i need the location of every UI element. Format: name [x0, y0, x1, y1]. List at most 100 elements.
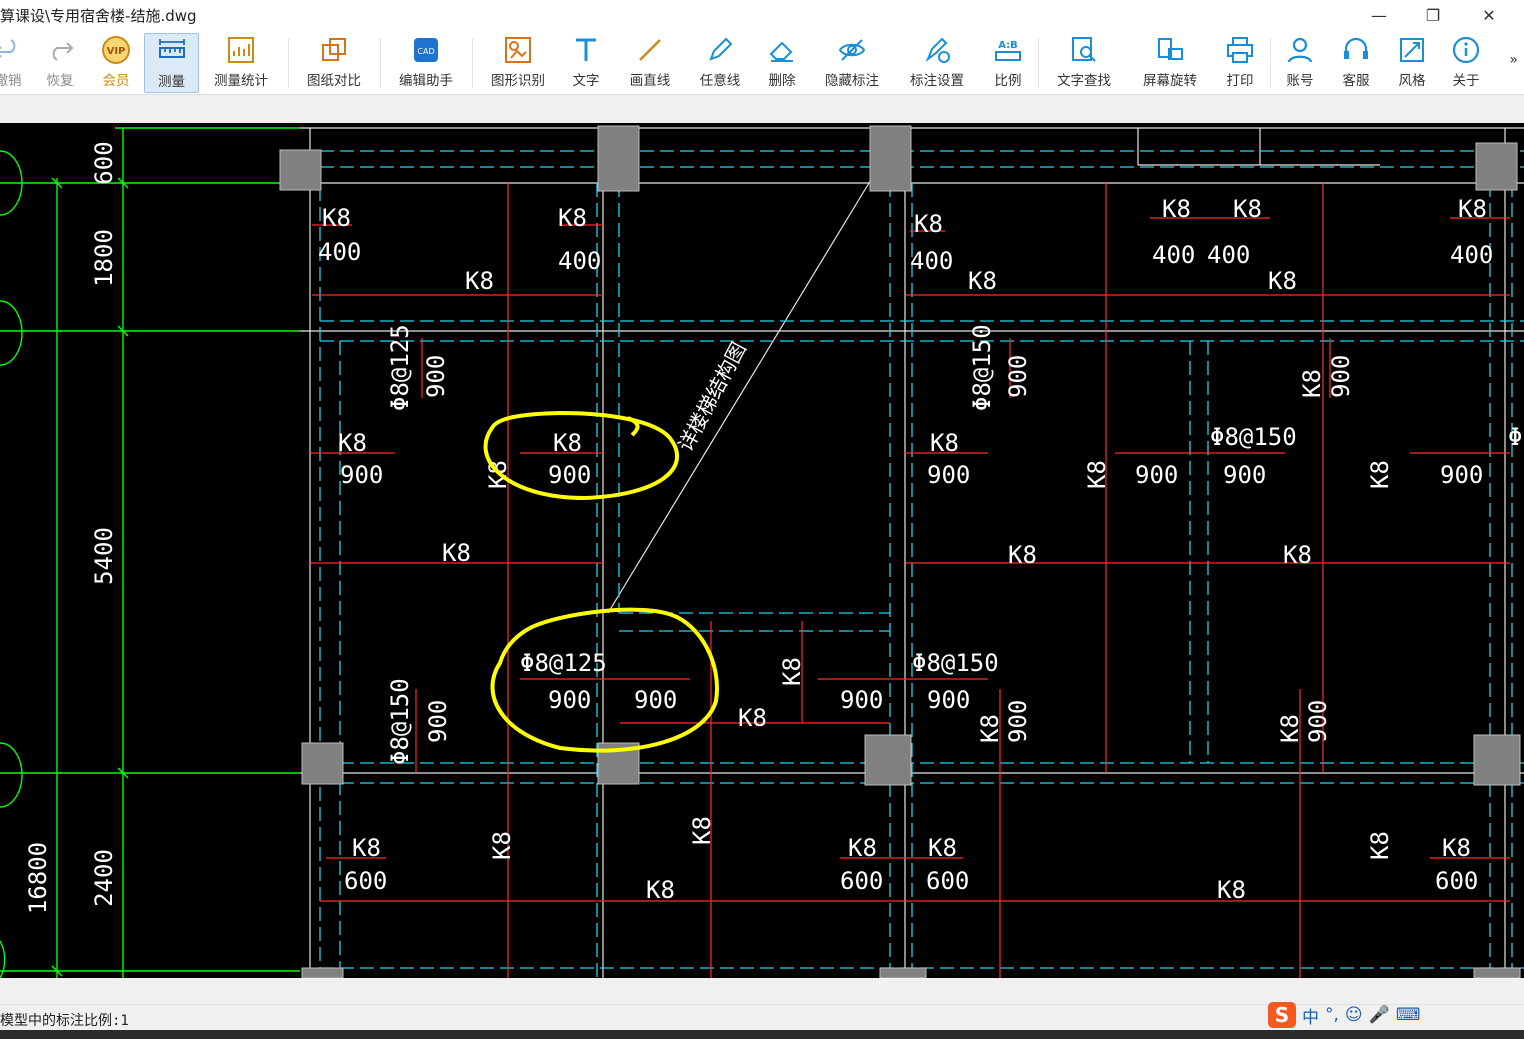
label-900: 900: [340, 461, 383, 489]
compare-button[interactable]: 图纸对比: [302, 33, 366, 91]
print-button[interactable]: 打印: [1220, 33, 1260, 91]
label-400: 400: [1207, 241, 1250, 269]
scale-button[interactable]: A:B 比例: [988, 33, 1028, 91]
line-button[interactable]: 画直线: [624, 33, 676, 91]
ime-toolbar[interactable]: S 中 °, ☺ 🎤 ⌨: [1268, 1000, 1524, 1030]
svg-text:A:B: A:B: [998, 40, 1018, 51]
label-400: 400: [318, 238, 361, 266]
undo-button[interactable]: 撤销: [0, 33, 28, 91]
emoji-icon[interactable]: ☺: [1345, 1005, 1363, 1025]
sogou-logo-icon[interactable]: S: [1268, 1002, 1296, 1028]
label-phi8-150: Φ8@150: [912, 649, 999, 677]
redo-button[interactable]: 恢复: [40, 33, 80, 91]
service-button[interactable]: 客服: [1336, 33, 1376, 91]
find-text-label: 文字查找: [1057, 73, 1111, 89]
drawing-canvas[interactable]: 600 1800 5400 2400 16800 K8 400 K8 400 K…: [0, 123, 1524, 978]
service-label: 客服: [1342, 73, 1370, 89]
find-text-icon: [1072, 37, 1096, 62]
label-900: 900: [927, 461, 970, 489]
style-button[interactable]: 风格: [1392, 33, 1432, 91]
label-k8: K8: [1162, 195, 1191, 223]
delete-button[interactable]: 删除: [762, 33, 802, 91]
label-900: 900: [424, 700, 452, 743]
label-k8: K8: [738, 704, 767, 732]
label-phi8-125: Φ8@125: [386, 324, 414, 411]
label-k8: K8: [848, 834, 877, 862]
svg-text:VIP: VIP: [107, 46, 126, 57]
window-title: 算课设\专用宿舍楼-结施.dwg: [0, 7, 197, 25]
label-k8: K8: [968, 267, 997, 295]
find-text-button[interactable]: 文字查找: [1050, 33, 1118, 91]
toolbar-overflow-button[interactable]: »: [1509, 52, 1518, 68]
label-900: 900: [1440, 461, 1483, 489]
freeline-button[interactable]: 任意线: [694, 33, 746, 91]
rotate-button[interactable]: 屏幕旋转: [1136, 33, 1204, 91]
ime-mode[interactable]: 中: [1302, 1003, 1319, 1028]
mic-icon[interactable]: 🎤: [1369, 1005, 1390, 1025]
about-label: 关于: [1452, 73, 1480, 89]
restore-button[interactable]: ❐: [1410, 0, 1456, 30]
label-k8: K8: [442, 539, 471, 567]
label-900: 900: [1223, 461, 1266, 489]
about-button[interactable]: 关于: [1446, 33, 1486, 91]
label-k8: K8: [322, 204, 351, 232]
label-k8: K8: [1276, 714, 1304, 743]
measure-stats-button[interactable]: 测量统计: [210, 33, 272, 91]
label-k8: K8: [553, 429, 582, 457]
hide-dim-label: 隐藏标注: [825, 73, 879, 89]
label-900: 900: [1304, 700, 1332, 743]
label-phi8-150: Φ8@150: [386, 678, 414, 765]
minimize-button[interactable]: —: [1356, 0, 1402, 30]
label-600: 600: [344, 867, 387, 895]
hide-dim-button[interactable]: 隐藏标注: [818, 33, 886, 91]
label-k8: K8: [352, 834, 381, 862]
left-dimension-texts: 600 1800 5400 2400 16800: [24, 141, 118, 914]
shape-recog-button[interactable]: 图形识别: [486, 33, 550, 91]
undo-label: 撤销: [0, 73, 22, 89]
compare-label: 图纸对比: [307, 73, 361, 89]
label-900: 900: [1004, 355, 1032, 398]
label-600: 600: [840, 867, 883, 895]
ime-punct[interactable]: °,: [1325, 1005, 1339, 1025]
label-400: 400: [910, 247, 953, 275]
line-label: 画直线: [629, 73, 671, 89]
redo-label: 恢复: [46, 73, 74, 89]
dim-settings-button[interactable]: 标注设置: [904, 33, 970, 91]
label-900: 900: [1004, 700, 1032, 743]
close-button[interactable]: ✕: [1466, 0, 1512, 30]
toolbar-gap: [0, 95, 1524, 123]
account-button[interactable]: 账号: [1280, 33, 1320, 91]
highlight-circles: [483, 410, 719, 753]
redo-icon: [52, 42, 74, 61]
toolbar: 撤销 恢复 VIP 会员 测量 测量统计 图纸对比 CAD 编辑助手 图形识别 …: [0, 30, 1524, 95]
style-label: 风格: [1398, 73, 1426, 89]
keyboard-icon[interactable]: ⌨: [1396, 1005, 1421, 1025]
label-k8: K8: [1083, 460, 1111, 489]
label-600: 600: [926, 867, 969, 895]
dim-16800: 16800: [24, 842, 52, 914]
label-400: 400: [1152, 241, 1195, 269]
label-phi8-150: Φ8@150: [1508, 423, 1524, 451]
vip-button[interactable]: VIP 会员: [96, 33, 136, 91]
text-label: 文字: [572, 73, 600, 89]
label-k8: K8: [1298, 369, 1326, 398]
eraser-icon: [769, 41, 793, 62]
cad-drawing[interactable]: 600 1800 5400 2400 16800 K8 400 K8 400 K…: [0, 123, 1524, 978]
shape-recog-icon: [505, 37, 531, 63]
label-phi8-150: Φ8@150: [968, 324, 996, 411]
label-k8: K8: [1366, 460, 1394, 489]
label-k8: K8: [914, 210, 943, 238]
edit-helper-button[interactable]: CAD 编辑助手: [394, 33, 458, 91]
label-k8: K8: [1217, 876, 1246, 904]
text-button[interactable]: 文字: [566, 33, 606, 91]
label-k8: K8: [928, 834, 957, 862]
measure-button[interactable]: 测量: [144, 33, 199, 93]
label-k8: K8: [1283, 541, 1312, 569]
label-phi8-150: Φ8@150: [1210, 423, 1297, 451]
label-900: 900: [422, 355, 450, 398]
svg-text:CAD: CAD: [417, 47, 434, 56]
label-900: 900: [1135, 461, 1178, 489]
label-900: 900: [1327, 355, 1355, 398]
ruler-icon: [158, 39, 185, 58]
label-k8: K8: [976, 714, 1004, 743]
